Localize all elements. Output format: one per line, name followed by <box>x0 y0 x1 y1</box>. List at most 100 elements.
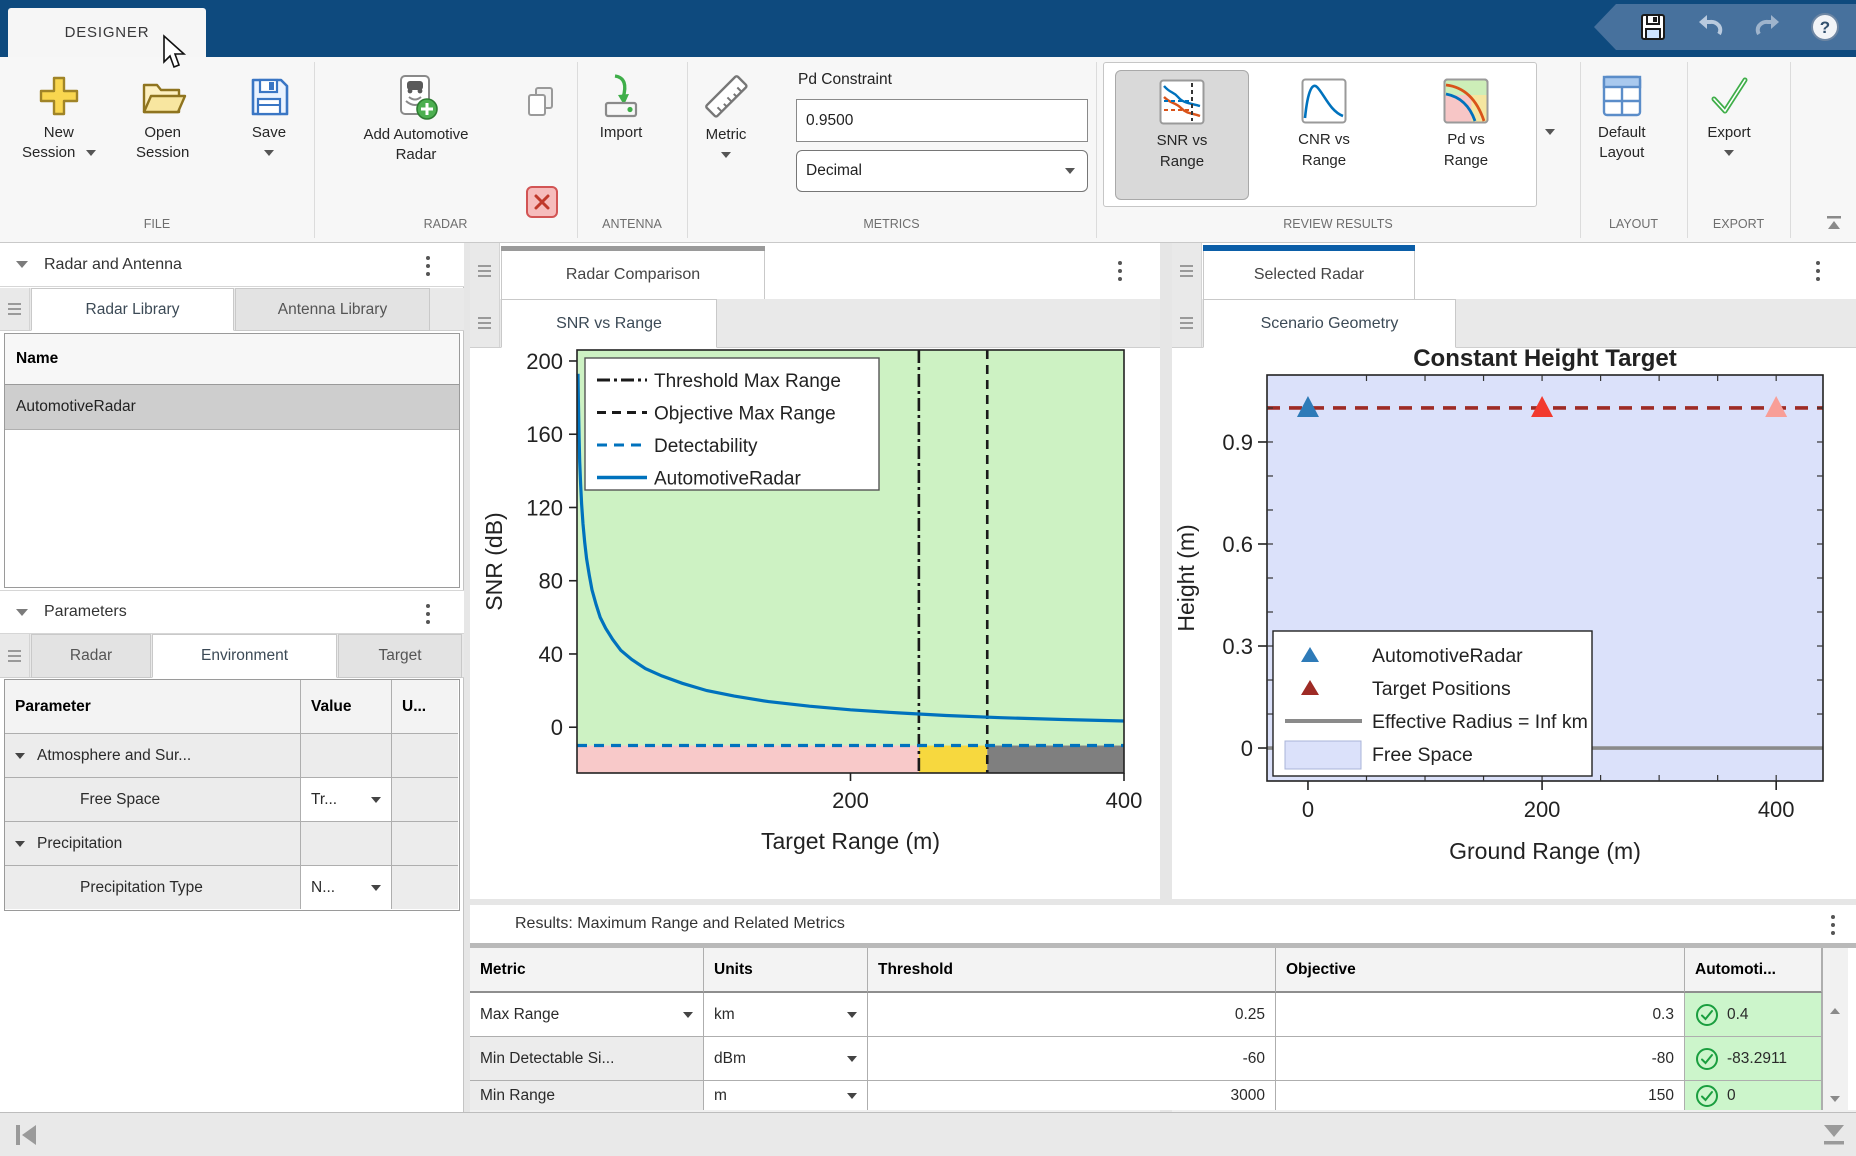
title-bar: DESIGNER ? <box>0 0 1856 57</box>
gallery-expand-icon[interactable] <box>1545 129 1555 135</box>
units-dropdown[interactable]: km <box>704 993 868 1037</box>
parameters-panel-header: Parameters <box>0 590 464 634</box>
tab-target[interactable]: Target <box>338 634 462 678</box>
left-dock-panel: Radar and Antenna Radar Library Antenna … <box>0 243 464 1112</box>
kebab-menu-icon[interactable] <box>425 256 431 276</box>
col-header-threshold: Threshold <box>868 948 1276 993</box>
import-icon <box>597 73 645 119</box>
delete-radar-icon[interactable] <box>525 185 559 219</box>
gallery-label2: Range <box>1302 152 1346 169</box>
help-icon[interactable]: ? <box>1810 12 1840 42</box>
kebab-menu-icon[interactable] <box>425 604 431 624</box>
objective-cell[interactable]: 0.3 <box>1276 993 1685 1037</box>
svg-text:Threshold Max Range: Threshold Max Range <box>654 371 841 392</box>
default-layout-label: Default <box>1598 124 1646 141</box>
scroll-up-icon[interactable] <box>1830 1008 1840 1014</box>
free-space-value-dropdown[interactable]: Tr... <box>301 778 392 822</box>
chevron-down-icon <box>721 152 731 158</box>
threshold-cell[interactable]: -60 <box>868 1037 1276 1081</box>
metric-dropdown-max-range[interactable]: Max Range <box>470 993 704 1037</box>
save-icon[interactable] <box>1638 12 1668 42</box>
right-dock-panel: Selected Radar Scenario Geometry Constan… <box>1172 243 1856 905</box>
chevron-down-icon <box>371 885 381 891</box>
tab-snr-vs-range[interactable]: SNR vs Range <box>501 299 717 348</box>
param-row-free-space[interactable]: Free Space <box>5 778 301 822</box>
grip-icon <box>1180 265 1193 277</box>
parameters-title: Parameters <box>44 603 127 621</box>
kebab-menu-icon[interactable] <box>1830 915 1836 935</box>
svg-text:Effective Radius = Inf km: Effective Radius = Inf km <box>1372 711 1588 733</box>
gallery-item-cnr-vs-range[interactable]: CNR vs Range <box>1257 70 1391 200</box>
new-session-icon <box>36 73 82 119</box>
collapse-bottom-icon[interactable] <box>1822 1123 1846 1149</box>
tab-radar-comparison[interactable]: Radar Comparison <box>501 251 765 299</box>
add-automotive-radar-button[interactable]: Add Automotive Radar <box>330 73 502 165</box>
drag-handle[interactable] <box>0 288 30 330</box>
list-item-automotive-radar[interactable]: AutomotiveRadar <box>5 385 459 430</box>
redo-icon[interactable] <box>1752 13 1784 41</box>
metric-value: Max Range <box>480 1006 559 1024</box>
save-session-button[interactable]: Save <box>246 73 292 163</box>
collapse-chevron-icon[interactable] <box>16 261 28 268</box>
drag-handle[interactable] <box>470 299 500 347</box>
format-select[interactable]: Decimal <box>796 150 1088 192</box>
grip-icon <box>8 303 21 315</box>
gallery-item-pd-vs-range[interactable]: Pd vs Range <box>1399 70 1533 200</box>
chevron-down-icon <box>1724 150 1734 156</box>
copy-radar-icon[interactable] <box>523 84 559 120</box>
open-session-button[interactable]: Open Session <box>136 73 189 163</box>
metric-button[interactable]: Metric <box>700 71 752 165</box>
svg-text:80: 80 <box>539 569 563 594</box>
chevron-down-icon <box>847 1056 857 1062</box>
drag-handle[interactable] <box>0 634 30 677</box>
new-session-button[interactable]: New Session <box>22 73 96 163</box>
tab-scenario-geometry[interactable]: Scenario Geometry <box>1203 299 1456 348</box>
metric-cell-min-detectable[interactable]: Min Detectable Si... <box>470 1037 704 1081</box>
export-button[interactable]: Export <box>1706 73 1752 163</box>
tab-radar[interactable]: Radar <box>31 634 151 678</box>
import-antenna-button[interactable]: Import <box>597 73 645 143</box>
results-scrollbar[interactable] <box>1822 948 1848 1110</box>
param-row-precipitation-type[interactable]: Precipitation Type <box>5 866 301 909</box>
tab-selected-radar[interactable]: Selected Radar <box>1203 251 1415 299</box>
undo-icon[interactable] <box>1694 13 1726 41</box>
tab-radar-library[interactable]: Radar Library <box>31 288 234 331</box>
tab-environment[interactable]: Environment <box>152 634 337 678</box>
param-label: Free Space <box>80 791 160 809</box>
export-label: Export <box>1707 124 1750 141</box>
param-row-atmosphere[interactable]: Atmosphere and Sur... <box>5 734 301 778</box>
precipitation-type-value-dropdown[interactable]: N... <box>301 866 392 909</box>
pd-vs-range-icon <box>1443 78 1489 124</box>
gallery-item-snr-vs-range[interactable]: SNR vs Range <box>1115 70 1249 200</box>
status-bar <box>0 1112 1856 1156</box>
units-dropdown[interactable]: m <box>704 1081 868 1110</box>
drag-handle[interactable] <box>1172 243 1202 299</box>
threshold-cell[interactable]: 3000 <box>868 1081 1276 1110</box>
param-unit-cell <box>392 822 458 866</box>
tab-antenna-library[interactable]: Antenna Library <box>235 288 430 331</box>
param-row-precipitation[interactable]: Precipitation <box>5 822 301 866</box>
center-figure-tabrow: SNR vs Range <box>470 299 1160 348</box>
snr-vs-range-icon <box>1159 79 1205 125</box>
kebab-menu-icon[interactable] <box>1815 261 1821 281</box>
drag-handle[interactable] <box>1172 299 1202 347</box>
metric-cell-min-range[interactable]: Min Range <box>470 1081 704 1110</box>
collapse-left-icon[interactable] <box>14 1123 40 1147</box>
collapse-ribbon-icon[interactable] <box>1824 215 1844 231</box>
col-header-units: U... <box>392 680 458 734</box>
param-value: Tr... <box>311 791 337 809</box>
objective-cell[interactable]: 150 <box>1276 1081 1685 1110</box>
chevron-down-icon <box>1065 168 1075 174</box>
default-layout-button[interactable]: Default Layout <box>1598 73 1646 163</box>
grip-icon <box>478 317 491 329</box>
drag-handle[interactable] <box>470 243 500 299</box>
units-dropdown[interactable]: dBm <box>704 1037 868 1081</box>
threshold-cell[interactable]: 0.25 <box>868 993 1276 1037</box>
scroll-down-icon[interactable] <box>1830 1096 1840 1102</box>
pd-constraint-input[interactable]: 0.9500 <box>796 99 1088 142</box>
objective-cell[interactable]: -80 <box>1276 1037 1685 1081</box>
mouse-cursor <box>160 34 190 72</box>
kebab-menu-icon[interactable] <box>1117 261 1123 281</box>
center-panel-tabstrip: Radar Comparison <box>470 243 1160 299</box>
collapse-chevron-icon[interactable] <box>16 609 28 616</box>
